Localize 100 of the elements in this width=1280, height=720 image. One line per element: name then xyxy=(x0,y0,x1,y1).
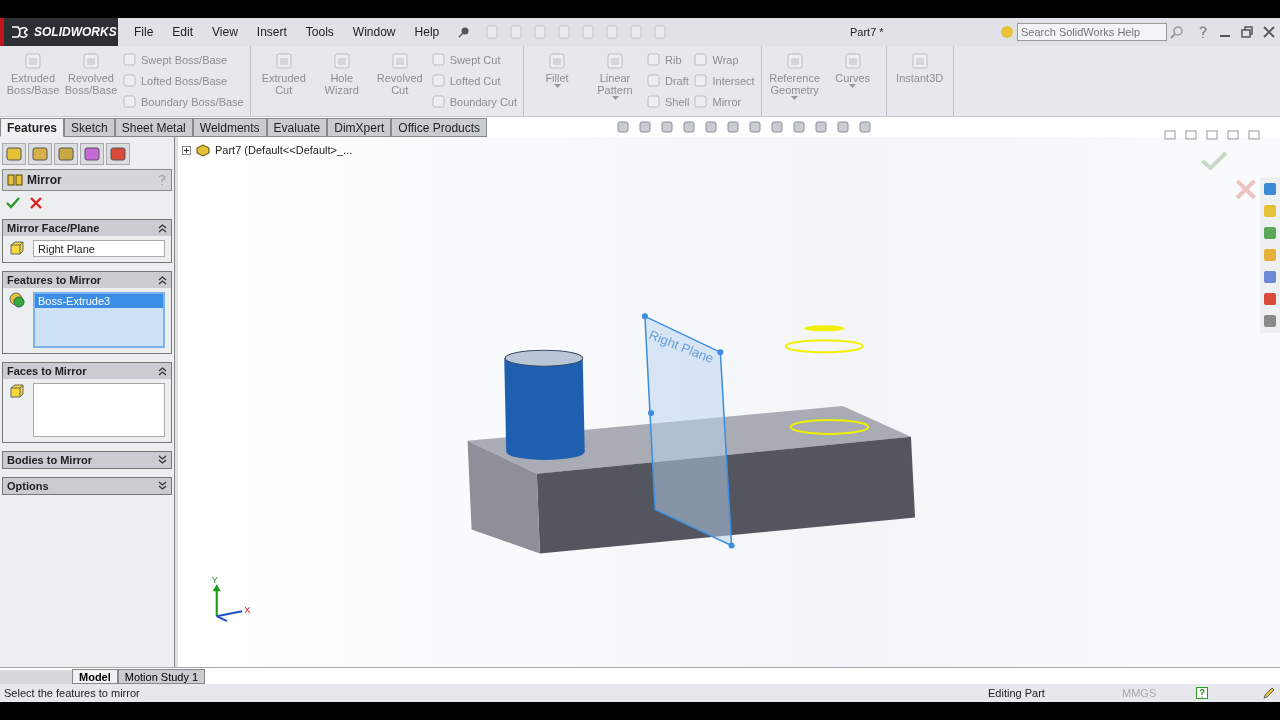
section-header[interactable]: Features to Mirror xyxy=(3,272,171,288)
expand-icon[interactable] xyxy=(182,145,191,155)
view-toolbar-icon[interactable] xyxy=(637,119,654,135)
view-toolbar-icon[interactable] xyxy=(791,119,808,135)
chevron-icon[interactable] xyxy=(158,455,167,465)
caret-icon[interactable] xyxy=(849,84,857,88)
command-tab[interactable]: Office Products xyxy=(391,118,488,137)
ribbon-button[interactable]: Reference Geometry xyxy=(767,50,822,100)
toolbar-icon[interactable] xyxy=(580,24,597,40)
section-header[interactable]: Mirror Face/Plane xyxy=(3,220,171,236)
command-tab[interactable]: DimXpert xyxy=(327,118,392,137)
menu-item[interactable]: Insert xyxy=(256,25,287,39)
task-pane-icon[interactable] xyxy=(1262,181,1278,197)
window-control-icon[interactable] xyxy=(1248,129,1260,141)
caret-icon[interactable] xyxy=(553,84,561,88)
manager-tab-icon[interactable] xyxy=(54,143,78,165)
chevron-icon[interactable] xyxy=(158,366,167,376)
command-tab[interactable]: Weldments xyxy=(192,118,267,137)
ribbon-button[interactable]: Rib xyxy=(646,50,690,69)
ribbon-button[interactable]: Revolved Cut xyxy=(372,50,427,96)
toolbar-icon[interactable] xyxy=(556,24,573,40)
ribbon-button[interactable]: Shell xyxy=(646,92,690,111)
close-icon[interactable] xyxy=(1262,25,1276,39)
view-toolbar-icon[interactable] xyxy=(681,119,698,135)
view-toolbar-icon[interactable] xyxy=(659,119,676,135)
command-tab[interactable]: Sheet Metal xyxy=(114,118,193,137)
cancel-x-icon[interactable] xyxy=(30,197,42,209)
caret-icon[interactable] xyxy=(791,96,799,100)
pin-icon[interactable] xyxy=(458,26,471,38)
view-toolbar-icon[interactable] xyxy=(703,119,720,135)
ribbon-button[interactable]: Swept Cut xyxy=(430,50,517,69)
chevron-icon[interactable] xyxy=(158,481,167,491)
toolbar-icon[interactable] xyxy=(604,24,621,40)
caret-icon[interactable] xyxy=(611,96,619,100)
toolbar-icon[interactable] xyxy=(628,24,645,40)
ok-check-icon[interactable] xyxy=(6,197,20,209)
chevron-icon[interactable] xyxy=(158,275,167,285)
window-control-icon[interactable] xyxy=(1206,129,1218,141)
ribbon-button[interactable]: Extruded Boss/Base xyxy=(6,50,60,96)
view-toolbar-icon[interactable] xyxy=(857,119,874,135)
ribbon-button[interactable]: Lofted Boss/Base xyxy=(122,71,244,90)
manager-tab-icon[interactable] xyxy=(28,143,52,165)
ribbon-button[interactable]: Curves xyxy=(825,50,880,88)
ribbon-button[interactable]: Intersect xyxy=(693,71,755,90)
command-tab[interactable]: Features xyxy=(0,118,65,137)
ribbon-button[interactable]: Draft xyxy=(646,71,690,90)
help-icon[interactable] xyxy=(1196,687,1208,699)
confirm-check-icon[interactable] xyxy=(1201,151,1228,171)
menu-item[interactable]: Edit xyxy=(172,25,194,39)
menu-item[interactable]: File xyxy=(134,25,154,39)
manager-tab-icon[interactable] xyxy=(106,143,130,165)
selection-list[interactable] xyxy=(33,383,165,437)
window-control-icon[interactable] xyxy=(1164,129,1176,141)
view-toolbar-icon[interactable] xyxy=(747,119,764,135)
menu-item[interactable]: View xyxy=(212,25,238,39)
task-pane-icon[interactable] xyxy=(1262,291,1278,307)
app-logo[interactable]: SOLIDWORKS xyxy=(0,18,118,46)
view-toolbar-icon[interactable] xyxy=(835,119,852,135)
command-tab[interactable]: Sketch xyxy=(64,118,115,137)
view-toolbar-icon[interactable] xyxy=(615,119,632,135)
ribbon-button[interactable]: Extruded Cut xyxy=(256,50,311,96)
task-pane-icon[interactable] xyxy=(1262,247,1278,263)
view-toolbar-icon[interactable] xyxy=(769,119,786,135)
ribbon-button[interactable]: Boundary Boss/Base xyxy=(122,92,244,111)
window-control-icon[interactable] xyxy=(1227,129,1239,141)
section-header[interactable]: Faces to Mirror xyxy=(3,363,171,379)
model-tab[interactable]: Motion Study 1 xyxy=(117,669,206,684)
task-pane-icon[interactable] xyxy=(1262,313,1278,329)
ribbon-button[interactable]: Mirror xyxy=(693,92,755,111)
ribbon-button[interactable]: Boundary Cut xyxy=(430,92,517,111)
chevron-icon[interactable] xyxy=(158,223,167,233)
ribbon-button[interactable]: Hole Wizard xyxy=(314,50,369,96)
ribbon-button[interactable]: Fillet xyxy=(530,50,584,88)
task-pane-icon[interactable] xyxy=(1262,269,1278,285)
toolbar-icon[interactable] xyxy=(652,24,669,40)
ribbon-button[interactable]: Swept Boss/Base xyxy=(122,50,244,69)
help-icon[interactable] xyxy=(157,174,167,186)
toolbar-icon[interactable] xyxy=(532,24,549,40)
panel-collapse-handle[interactable] xyxy=(175,137,178,667)
ribbon-button[interactable]: Instant3D xyxy=(892,50,947,84)
restore-icon[interactable] xyxy=(1240,25,1254,39)
window-control-icon[interactable] xyxy=(1185,129,1197,141)
menu-item[interactable]: Help xyxy=(414,25,440,39)
menu-item[interactable]: Tools xyxy=(305,25,334,39)
command-tab[interactable]: Evaluate xyxy=(266,118,328,137)
ribbon-button[interactable]: Wrap xyxy=(693,50,755,69)
tree-item[interactable]: Part7 (Default<<Default>_... xyxy=(215,144,353,156)
ribbon-button[interactable]: Lofted Cut xyxy=(430,71,517,90)
task-pane-icon[interactable] xyxy=(1262,203,1278,219)
section-header[interactable]: Bodies to Mirror xyxy=(3,452,171,468)
selection-field[interactable]: Right Plane xyxy=(33,240,165,257)
manager-tab-icon[interactable] xyxy=(2,143,26,165)
ribbon-button[interactable]: Linear Pattern xyxy=(588,50,642,100)
task-pane-icon[interactable] xyxy=(1262,225,1278,241)
search-field[interactable]: Search SolidWorks Help xyxy=(1017,23,1167,41)
model-tab[interactable]: Model xyxy=(72,669,118,684)
view-toolbar-icon[interactable] xyxy=(725,119,742,135)
toolbar-icon[interactable] xyxy=(484,24,501,40)
selection-list[interactable]: Boss-Extrude3 xyxy=(33,292,165,348)
units-indicator[interactable]: MMGS xyxy=(1122,687,1182,699)
